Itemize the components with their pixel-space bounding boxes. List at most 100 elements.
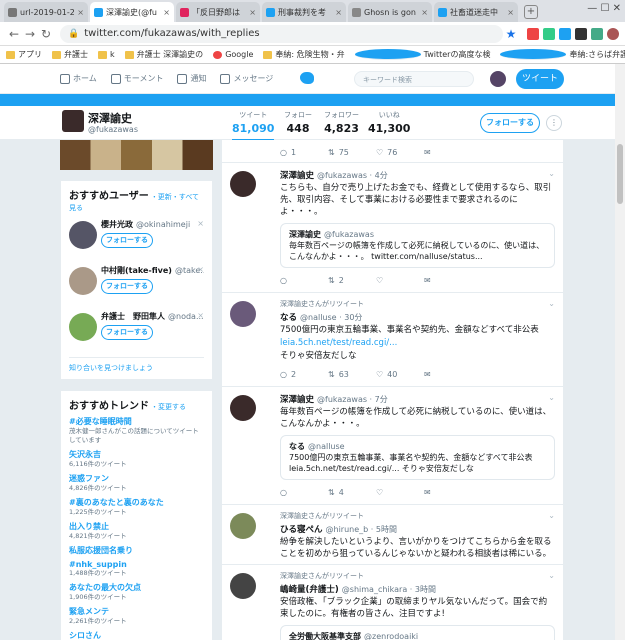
browser-tab[interactable]: 深澤諭史(@fu × [90,2,174,22]
tweet-author-name[interactable]: ひる寝ぺん [280,525,323,535]
extension-icon[interactable] [575,27,587,40]
like-button[interactable]: ♡ [376,488,424,497]
more-options-icon[interactable]: ⋮ [546,115,562,131]
close-icon[interactable]: × [507,8,514,17]
url-input[interactable]: 🔒 twitter.com/fukazawas/with_replies [60,24,503,43]
media-thumbnails[interactable] [60,140,213,170]
chevron-down-icon[interactable]: ⌄ [548,299,555,308]
follow-button[interactable]: フォローする [101,325,153,340]
tweet-button[interactable]: ツイート [516,69,564,89]
page-scrollbar[interactable] [615,64,625,640]
bookmark-item[interactable]: アプリ [6,49,42,60]
browser-tab[interactable]: 社畜道迷走中 × [434,2,518,22]
chevron-down-icon[interactable]: ⌄ [548,393,555,402]
suggested-user-name[interactable]: 中村剛(take-five)@take... [101,265,204,276]
avatar[interactable] [69,313,97,341]
tweet-time[interactable]: 3時間 [415,585,436,594]
extension-icon[interactable] [527,27,539,40]
extension-icon[interactable] [559,27,571,40]
nav-notifications[interactable]: 通知 [177,73,206,84]
tweet-author-name[interactable]: 嶋崎量(弁護士) [280,585,339,595]
browser-tab[interactable]: 「反日野郎は × [176,2,260,22]
tweet-author-handle[interactable]: @hirune_b [326,525,369,534]
profile-stat[interactable]: いいね 41,300 [368,110,410,135]
quoted-tweet[interactable]: 全労働大阪基準支部 @zenrodoaiki [280,625,555,640]
reply-button[interactable]: ○ [280,488,328,497]
close-icon[interactable]: × [197,311,204,320]
chevron-down-icon[interactable]: ⌄ [548,169,555,178]
dm-button[interactable]: ✉ [424,370,472,379]
dm-button[interactable]: ✉ [424,148,472,157]
avatar[interactable] [69,267,97,295]
close-icon[interactable]: × [77,8,84,17]
profile-avatar[interactable] [62,110,84,132]
profile-stat[interactable]: フォロー 448 [284,110,312,135]
dm-button[interactable]: ✉ [424,488,472,497]
retweet-button[interactable]: ⇅ 63 [328,370,376,379]
browser-tab[interactable]: Ghosn is gon × [348,2,432,22]
trend-item[interactable]: 矢沢永吉 6,116件のツイート [69,449,204,469]
profile-avatar-icon[interactable] [607,27,619,40]
forward-icon[interactable]: → [22,27,38,41]
back-icon[interactable]: ← [6,27,22,41]
suggested-user-name[interactable]: 弁護士 野田隼人 @noda... [101,311,204,322]
like-button[interactable]: ♡ 76 [376,148,424,157]
close-icon[interactable]: × [197,219,204,228]
retweet-button[interactable]: ⇅ 75 [328,148,376,157]
close-icon[interactable]: × [335,8,342,17]
bookmark-item[interactable]: 弁護士 深澤諭史の [124,49,203,60]
reply-button[interactable]: ○ 2 [280,370,328,379]
scrollbar-thumb[interactable] [617,144,623,204]
close-icon[interactable]: × [421,8,428,17]
profile-stat[interactable]: ツイート 81,090 [232,110,275,142]
new-tab-button[interactable]: + [524,5,538,19]
trend-item[interactable]: 私服応援団名乗り [69,545,204,556]
avatar[interactable] [230,513,256,539]
extension-icon[interactable] [591,27,603,40]
find-friends-link[interactable]: 知り合いを見つけましょう [69,357,204,373]
reply-button[interactable]: ○ [280,276,328,285]
tweet-author-name[interactable]: 深澤諭史 [280,171,314,181]
nav-home[interactable]: ホーム [60,73,97,84]
nav-messages[interactable]: メッセージ [220,73,273,84]
star-icon[interactable]: ★ [503,27,519,41]
nav-moments[interactable]: モーメント [110,73,163,84]
follow-button[interactable]: フォローする [480,113,540,133]
trend-item[interactable]: シロさん7,051件のツイート [69,630,204,640]
close-icon[interactable]: × [249,8,256,17]
avatar[interactable] [230,395,256,421]
bookmark-item[interactable]: k [98,50,115,59]
trend-item[interactable]: 迷惑ファン 4,826件のツイート [69,473,204,493]
extension-icon[interactable] [543,27,555,40]
trends-change-link[interactable]: ・変更する [151,403,186,411]
like-button[interactable]: ♡ [376,276,424,285]
close-icon[interactable]: × [163,8,170,17]
avatar[interactable] [230,573,256,599]
browser-tab[interactable]: 刑事裁判を考 × [262,2,346,22]
bookmark-item[interactable]: Google [213,50,253,59]
window-controls[interactable]: — ☐ ✕ [587,3,621,14]
bookmark-item[interactable]: 弁護士 [52,49,88,60]
bookmark-item[interactable]: 奉納:さらば弁護士 [500,49,625,60]
tweet-author-name[interactable]: なる [280,313,297,323]
close-icon[interactable]: × [197,265,204,274]
tweet-link[interactable]: leia.5ch.net/test/read.cgi/... [280,337,555,349]
follow-button[interactable]: フォローする [101,279,153,294]
chevron-down-icon[interactable]: ⌄ [548,571,555,580]
tweet-author-handle[interactable]: @nalluse [300,313,337,322]
trend-item[interactable]: 緊急メンテ 2,261件のツイート [69,606,204,626]
trend-item[interactable]: あなたの最大の欠点 1,906件のツイート [69,582,204,602]
bookmark-item[interactable]: Twitterの高度な検 [354,49,490,60]
twitter-bird-icon[interactable] [300,72,314,84]
profile-stat[interactable]: フォロワー 4,823 [324,110,359,135]
chevron-down-icon[interactable]: ⌄ [548,511,555,520]
retweet-button[interactable]: ⇅ 2 [328,276,376,285]
tweet-time[interactable]: 5時間 [376,525,397,534]
dm-button[interactable]: ✉ [424,276,472,285]
bookmark-item[interactable]: 奉納: 危険生物・弁 [263,49,345,60]
tweet-author-handle[interactable]: @shima_chikara [342,585,407,594]
reply-button[interactable]: ○ 1 [280,148,328,157]
quoted-tweet[interactable]: なる @nalluse 7500億円の東京五輪事業、事業名や契約先、金額などすべて非… [280,435,555,480]
account-avatar[interactable] [490,71,506,87]
tweet-time[interactable]: 30分 [344,313,362,322]
